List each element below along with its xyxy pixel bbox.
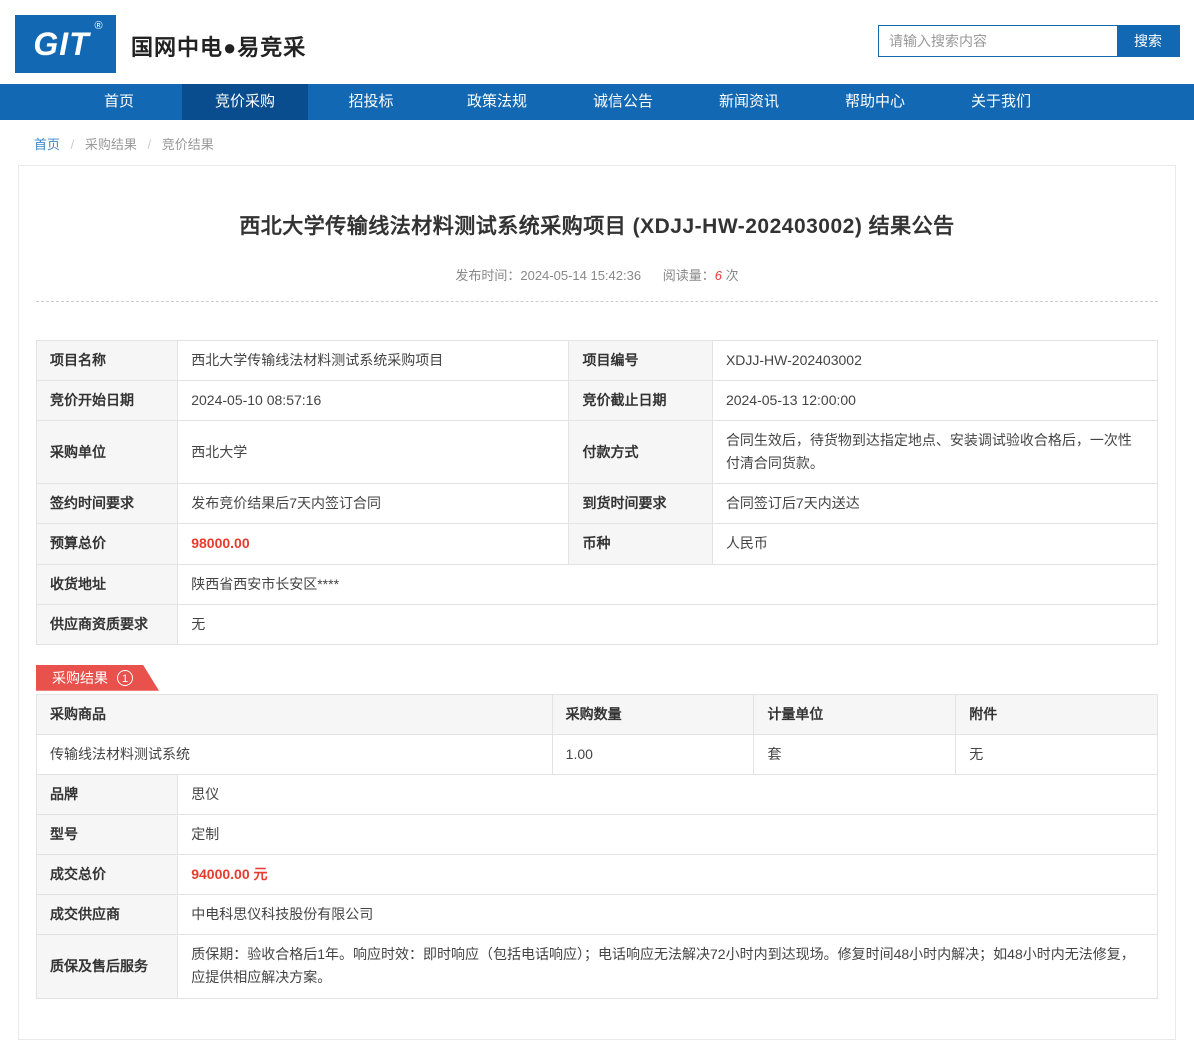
table-row: 供应商资质要求 无 (35, 603, 1158, 645)
cell-value: 陕西省西安市长安区**** (177, 563, 1158, 605)
nav-item-help-center[interactable]: 帮助中心 (812, 84, 938, 120)
result-badge: 采购结果 1 (36, 665, 159, 691)
table-row: 型号 定制 (35, 814, 1158, 856)
cell-value: 无 (955, 733, 1158, 775)
main-nav: 首页 竞价采购 招投标 政策法规 诚信公告 新闻资讯 帮助中心 关于我们 (0, 84, 1194, 120)
cell-value: 中电科思仪科技股份有限公司 (177, 894, 1158, 936)
cell-value: 西北大学 (177, 420, 570, 485)
search-input[interactable] (879, 26, 1117, 56)
publish-time-label: 发布时间： (455, 268, 521, 283)
cell-label: 收货地址 (35, 563, 179, 605)
cell-label: 项目编号 (568, 339, 713, 382)
column-header: 采购数量 (551, 693, 755, 735)
dashed-divider (36, 301, 1158, 302)
table-row: 收货地址 陕西省西安市长安区**** (35, 563, 1158, 605)
cell-value: 合同生效后，待货物到达指定地点、安装调试验收合格后，一次性付清合同货款。 (711, 420, 1159, 485)
budget-total-price: 98000.00 (177, 523, 570, 565)
table-row: 质保及售后服务 质保期：验收合格后1年。响应时效：即时响应（包括电话响应）；电话… (35, 934, 1158, 999)
cell-value: 发布竞价结果后7天内签订合同 (177, 483, 570, 525)
cell-value: 2024-05-13 12:00:00 (711, 380, 1159, 422)
cell-label: 采购单位 (35, 420, 179, 485)
cell-label: 成交供应商 (35, 894, 179, 936)
announcement-card: 西北大学传输线法材料测试系统采购项目 (XDJJ-HW-202403002) 结… (18, 165, 1176, 1040)
column-header: 计量单位 (753, 693, 957, 735)
site-title: 国网中电●易竞采 (131, 35, 307, 60)
column-header: 附件 (955, 693, 1158, 735)
table-row: 品牌 思仪 (35, 773, 1158, 816)
search-button[interactable]: 搜索 (1117, 26, 1179, 56)
table-row: 签约时间要求 发布竞价结果后7天内签订合同 到货时间要求 合同签订后7天内送达 (35, 483, 1159, 525)
table-row: 竞价开始日期 2024-05-10 08:57:16 竞价截止日期 2024-0… (35, 380, 1159, 422)
result-product-table: 采购商品 采购数量 计量单位 附件 传输线法材料测试系统 1.00 套 无 (36, 693, 1158, 775)
nav-item-news[interactable]: 新闻资讯 (686, 84, 812, 120)
views-label: 阅读量： (662, 268, 715, 283)
cell-label: 币种 (568, 523, 713, 565)
publish-info: 发布时间：2024-05-14 15:42:36 阅读量：6 次 (36, 265, 1158, 284)
table-row: 预算总价 98000.00 币种 人民币 (35, 523, 1159, 565)
logo-text: GIT ® (33, 19, 104, 62)
result-detail-table: 品牌 思仪 型号 定制 成交总价 94000.00 元 成交供应商 中电科思仪科… (35, 773, 1158, 999)
site-logo[interactable]: GIT ® (15, 15, 116, 73)
nav-item-integrity-notices[interactable]: 诚信公告 (560, 84, 686, 120)
cell-label: 型号 (35, 814, 179, 856)
nav-item-home[interactable]: 首页 (56, 84, 182, 120)
page-header: GIT ® 国网中电●易竞采 搜索 (0, 0, 1194, 84)
result-badge-label: 采购结果 (52, 669, 108, 686)
views-unit: 次 (725, 268, 739, 283)
search-bar: 搜索 (878, 25, 1180, 57)
cell-label: 签约时间要求 (35, 483, 179, 525)
views-count: 6 (714, 268, 722, 283)
cell-value: 合同签订后7天内送达 (711, 483, 1159, 525)
cell-value: 人民币 (711, 523, 1159, 565)
cell-value: 2024-05-10 08:57:16 (177, 380, 570, 422)
nav-item-bidding-procurement[interactable]: 竞价采购 (182, 84, 308, 120)
publish-time-value: 2024-05-14 15:42:36 (520, 268, 642, 283)
breadcrumb-separator: / (147, 137, 152, 152)
cell-label: 竞价截止日期 (568, 380, 713, 422)
deal-total-price: 94000.00 元 (177, 854, 1158, 896)
cell-value: 定制 (177, 814, 1158, 856)
cell-label: 竞价开始日期 (35, 380, 179, 422)
breadcrumb-home-link[interactable]: 首页 (34, 137, 60, 152)
project-info-table: 项目名称 西北大学传输线法材料测试系统采购项目 项目编号 XDJJ-HW-202… (35, 339, 1159, 645)
cell-label: 付款方式 (568, 420, 713, 485)
result-count-badge: 1 (117, 670, 133, 686)
cell-label: 到货时间要求 (568, 483, 713, 525)
cell-value: 无 (177, 603, 1158, 645)
cell-label: 供应商资质要求 (35, 603, 179, 645)
cell-value: XDJJ-HW-202403002 (711, 339, 1159, 382)
cell-label: 项目名称 (35, 339, 179, 382)
column-header: 采购商品 (36, 693, 553, 735)
cell-value: 传输线法材料测试系统 (36, 733, 553, 775)
nav-item-about-us[interactable]: 关于我们 (938, 84, 1064, 120)
table-header-row: 采购商品 采购数量 计量单位 附件 (36, 693, 1158, 735)
breadcrumb-procurement-results-link[interactable]: 采购结果 (85, 137, 137, 152)
cell-value: 1.00 (551, 733, 755, 775)
table-row: 传输线法材料测试系统 1.00 套 无 (36, 733, 1158, 775)
table-row: 采购单位 西北大学 付款方式 合同生效后，待货物到达指定地点、安装调试验收合格后… (35, 420, 1159, 485)
cell-label: 质保及售后服务 (35, 934, 179, 999)
breadcrumb: 首页 / 采购结果 / 竞价结果 (0, 120, 1194, 163)
table-row: 项目名称 西北大学传输线法材料测试系统采购项目 项目编号 XDJJ-HW-202… (35, 339, 1159, 382)
nav-item-tenders[interactable]: 招投标 (308, 84, 434, 120)
page-title: 西北大学传输线法材料测试系统采购项目 (XDJJ-HW-202403002) 结… (239, 215, 955, 238)
table-row: 成交总价 94000.00 元 (35, 854, 1158, 896)
cell-value: 质保期：验收合格后1年。响应时效：即时响应（包括电话响应）；电话响应无法解决72… (177, 934, 1158, 999)
breadcrumb-separator: / (70, 137, 75, 152)
cell-value: 西北大学传输线法材料测试系统采购项目 (177, 339, 570, 382)
cell-label: 成交总价 (35, 854, 179, 896)
cell-value: 套 (753, 733, 957, 775)
breadcrumb-current-page: 竞价结果 (161, 137, 214, 152)
cell-label: 品牌 (35, 773, 179, 816)
cell-label: 预算总价 (35, 523, 179, 565)
cell-value: 思仪 (177, 773, 1158, 816)
nav-item-policies[interactable]: 政策法规 (434, 84, 560, 120)
table-row: 成交供应商 中电科思仪科技股份有限公司 (35, 894, 1158, 936)
registered-trademark-icon: ® (94, 19, 104, 32)
